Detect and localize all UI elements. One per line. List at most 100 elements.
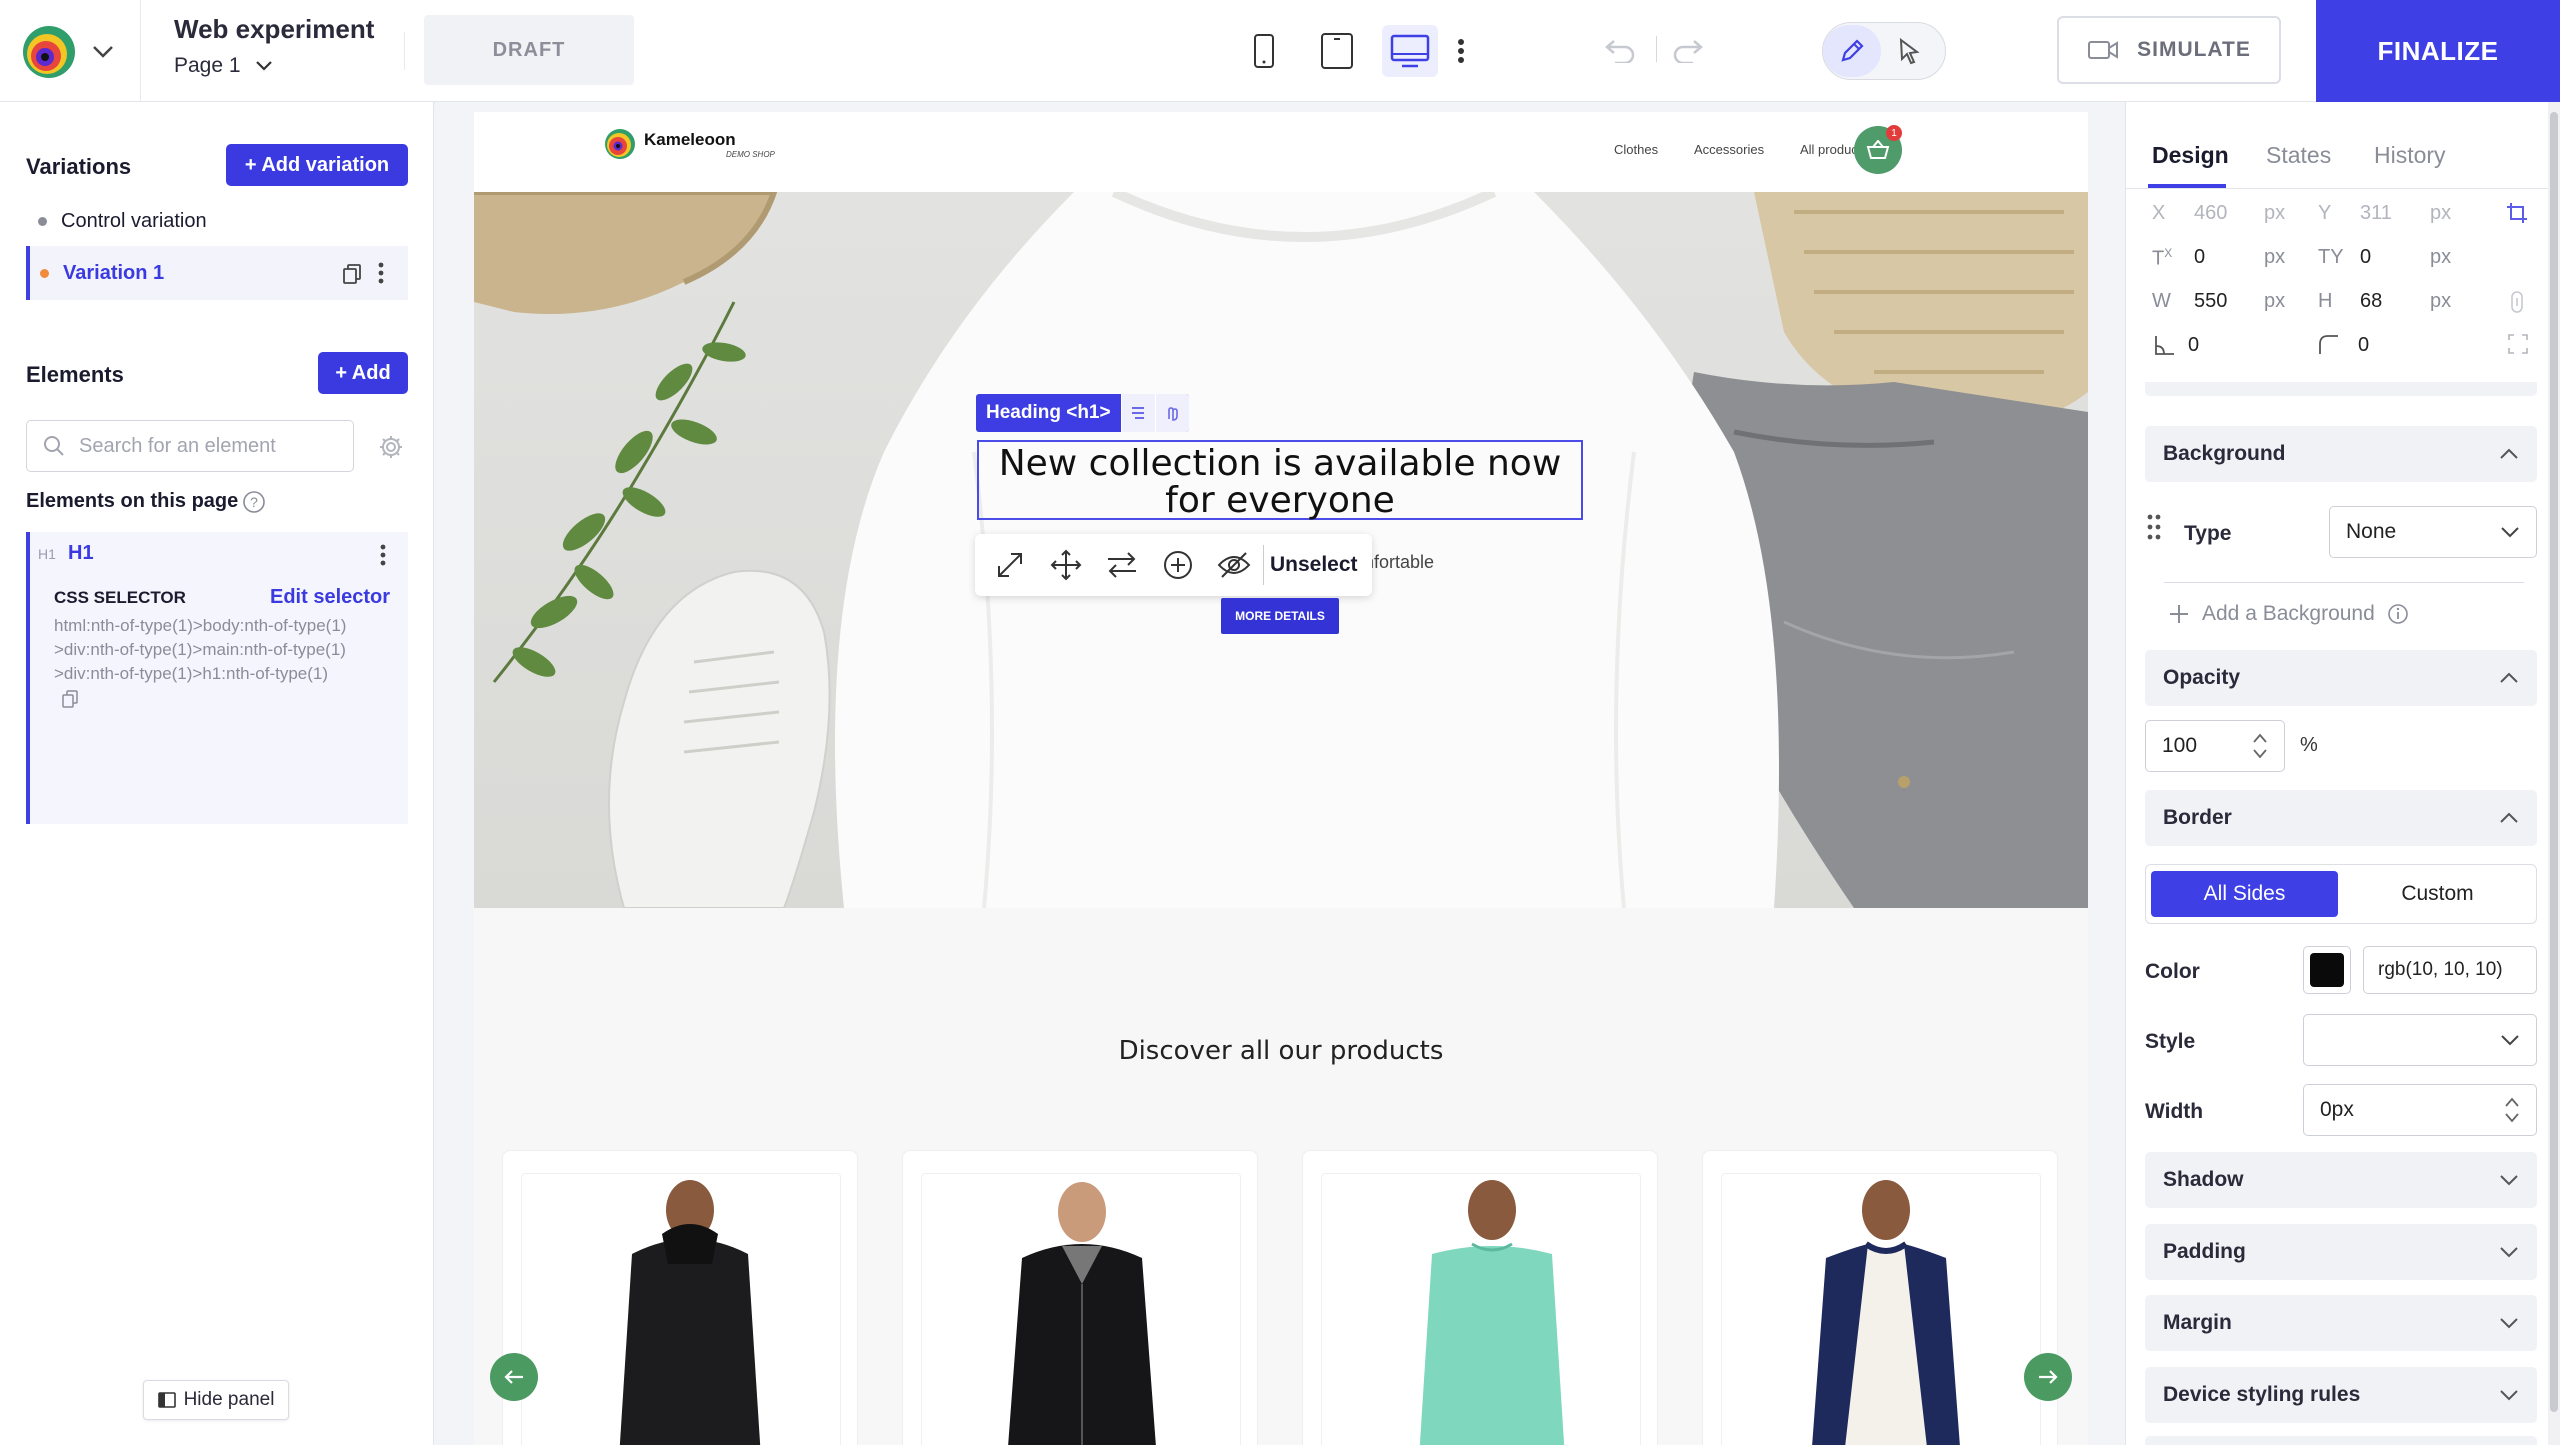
border-width-value: 0px [2320,1098,2354,1121]
width-input[interactable]: 550 [2194,290,2227,313]
finalize-button[interactable]: FINALIZE [2316,0,2560,102]
ty-input[interactable]: 0 [2360,246,2371,269]
custom-sides-button[interactable]: Custom [2344,871,2531,917]
more-icon[interactable] [378,262,384,284]
shadow-section-header[interactable]: Shadow [2145,1152,2537,1208]
add-background-button[interactable]: Add a Background [2168,602,2409,626]
site-header: Kameleoon DEMO SHOP Clothes Accessories … [474,112,2088,192]
border-section-header[interactable]: Border [2145,790,2537,846]
padding-section-header[interactable]: Padding [2145,1224,2537,1280]
opacity-value: 100 [2162,734,2198,757]
product-card[interactable] [1302,1150,1658,1445]
border-color-swatch[interactable] [2303,946,2351,994]
kameleoon-logo [23,26,75,78]
opacity-title: Opacity [2163,666,2241,689]
tab-states[interactable]: States [2266,142,2331,169]
rotation-input[interactable]: 0 [2188,334,2199,357]
margin-section-header[interactable]: Margin [2145,1295,2537,1351]
move-button[interactable] [1039,540,1093,590]
page-selector[interactable]: Page 1 [174,54,273,78]
product-card[interactable] [1702,1150,2058,1445]
simulate-button[interactable]: SIMULATE [2057,16,2281,84]
x-input[interactable]: 460 [2194,202,2227,225]
editor-canvas[interactable]: Kameleoon DEMO SHOP Clothes Accessories … [435,102,2125,1445]
variation-item-control[interactable]: Control variation [26,202,408,240]
product-card[interactable] [502,1150,858,1445]
border-color-input[interactable]: rgb(10, 10, 10) [2363,946,2537,994]
background-section-header[interactable]: Background [2145,426,2537,482]
elements-title: Elements [26,362,124,387]
background-title: Background [2163,442,2286,465]
corner-radius-input[interactable]: 0 [2358,334,2369,357]
link-icon[interactable] [2510,290,2524,314]
height-input[interactable]: 68 [2360,290,2382,313]
parent-select-button[interactable] [1120,394,1155,432]
svg-text:?: ? [250,494,258,510]
product-image [521,1173,841,1445]
drag-handle-icon[interactable] [2147,514,2161,540]
brand-sub: DEMO SHOP [726,150,775,159]
product-card[interactable] [902,1150,1258,1445]
ty-unit: px [2430,246,2452,268]
more-options-button[interactable] [1444,25,1478,77]
expand-corners-icon[interactable] [2508,334,2528,354]
tab-design[interactable]: Design [2152,142,2229,169]
edit-selector-link[interactable]: Edit selector [270,586,390,609]
carousel-prev-button[interactable] [490,1353,538,1401]
divider [140,0,141,102]
swap-button[interactable] [1095,540,1149,590]
navigate-mode-button[interactable] [1881,25,1939,77]
product-image [1721,1173,2041,1445]
carousel-next-button[interactable] [2024,1353,2072,1401]
element-card-h1[interactable]: H1 H1 CSS SELECTOR Edit selector html:nt… [26,532,408,824]
more-details-button[interactable]: MORE DETAILS [1221,598,1339,634]
tablet-view-button[interactable] [1309,25,1365,77]
undo-button[interactable] [1596,25,1642,77]
crop-icon[interactable] [2506,202,2528,224]
opacity-input[interactable]: 100 [2145,720,2285,772]
nav-link-clothes[interactable]: Clothes [1614,142,1658,157]
variation-item-1[interactable]: Variation 1 [26,246,408,300]
help-icon[interactable]: ? [242,490,266,514]
desktop-view-button[interactable] [1382,25,1438,77]
all-sides-button[interactable]: All Sides [2151,871,2338,917]
copy-icon[interactable] [342,263,362,285]
experiment-title[interactable]: Web experiment [174,14,374,45]
unselect-button[interactable]: Unselect [1263,545,1364,585]
add-variation-button[interactable]: + Add variation [226,144,408,186]
drag-handle-button[interactable] [1154,394,1189,432]
ty-label: TY [2318,246,2344,268]
add-element-button[interactable]: + Add [318,352,408,394]
section-edge [2145,382,2537,396]
hero-heading[interactable]: New collection is available now for ever… [977,440,1583,520]
element-search-input[interactable]: Search for an element [26,420,354,472]
background-type-select[interactable]: None [2329,506,2537,558]
shop-logo[interactable]: Kameleoon DEMO SHOP [604,128,794,160]
undo-icon [1605,40,1635,63]
resize-button[interactable] [983,540,1037,590]
tx-input[interactable]: 0 [2194,246,2205,269]
mobile-view-button[interactable] [1236,25,1292,77]
tab-history[interactable]: History [2374,142,2446,169]
insert-button[interactable] [1151,540,1205,590]
variation-label: Variation 1 [63,261,165,284]
y-input[interactable]: 311 [2360,202,2392,225]
gear-icon[interactable] [378,434,404,460]
type-label: Type [2184,522,2232,545]
edit-mode-button[interactable] [1823,25,1881,77]
more-icon[interactable] [380,544,386,566]
divider [1656,36,1657,62]
nav-link-accessories[interactable]: Accessories [1694,142,1764,157]
border-style-select[interactable] [2303,1014,2537,1066]
info-icon[interactable] [2387,603,2409,625]
redo-button[interactable] [1666,25,1712,77]
scrollbar-thumb[interactable] [2550,112,2558,1412]
copy-icon[interactable] [62,689,78,708]
border-width-input[interactable]: 0px [2303,1084,2537,1136]
hide-element-button[interactable] [1207,540,1261,590]
opacity-section-header[interactable]: Opacity [2145,650,2537,706]
hide-panel-button[interactable]: Hide panel [143,1380,289,1420]
app-menu-button[interactable] [22,24,120,80]
margin-title: Margin [2163,1311,2232,1334]
device-styling-section-header[interactable]: Device styling rules [2145,1367,2537,1423]
